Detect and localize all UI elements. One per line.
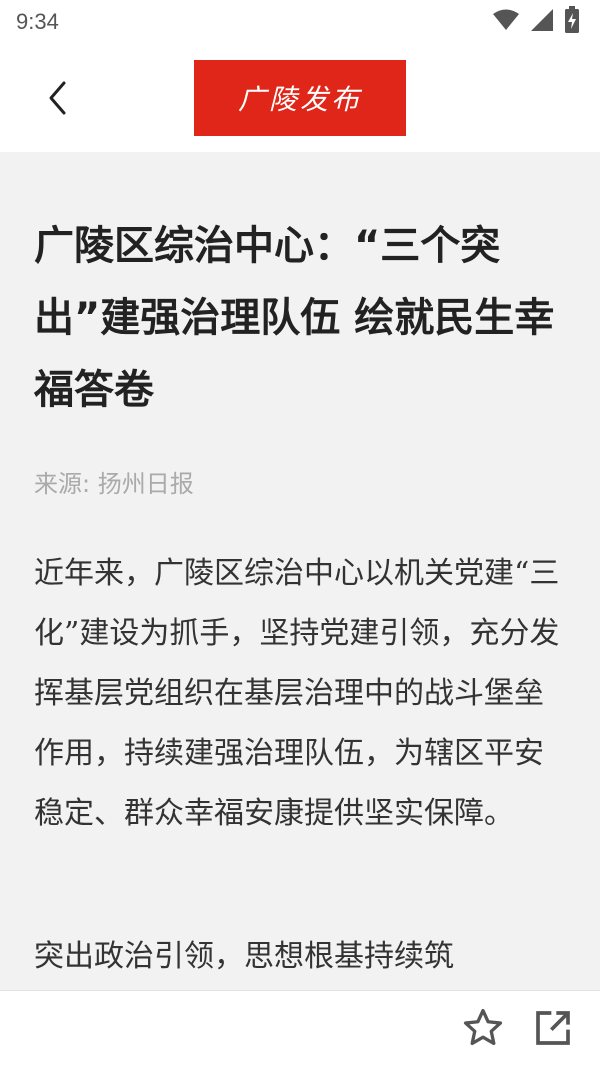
bottom-toolbar bbox=[0, 990, 600, 1067]
status-bar: 9:34 bbox=[0, 0, 600, 48]
share-button[interactable] bbox=[530, 1007, 576, 1053]
wifi-icon bbox=[492, 9, 520, 35]
article-paragraph: 突出政治引领，思想根基持续筑 bbox=[34, 939, 454, 974]
brand-logo: 广陵发布 bbox=[194, 60, 406, 136]
back-arrow-icon bbox=[46, 80, 70, 120]
status-icons bbox=[492, 6, 580, 38]
article-title: 广陵区综治中心：“三个突出”建强治理队伍 绘就民生幸福答卷 bbox=[34, 223, 555, 413]
favorite-button[interactable] bbox=[460, 1007, 506, 1053]
share-icon bbox=[533, 1008, 573, 1052]
signal-icon bbox=[530, 8, 554, 36]
star-icon bbox=[461, 1006, 505, 1054]
battery-icon bbox=[564, 6, 580, 38]
status-time: 9:34 bbox=[16, 9, 59, 34]
logo-text: 广陵发布 bbox=[237, 83, 362, 116]
back-button[interactable] bbox=[30, 72, 86, 128]
app-header: 广陵发布 bbox=[0, 48, 600, 152]
article-content: 广陵区综治中心：“三个突出”建强治理队伍 绘就民生幸福答卷 来源: 扬州日报 近… bbox=[0, 152, 600, 990]
article-paragraph: 近年来，广陵区综治中心以机关党建“三化”建设为抓手，坚持党建引领，充分发挥基层党… bbox=[34, 556, 560, 831]
article-source: 来源: 扬州日报 bbox=[34, 470, 194, 498]
